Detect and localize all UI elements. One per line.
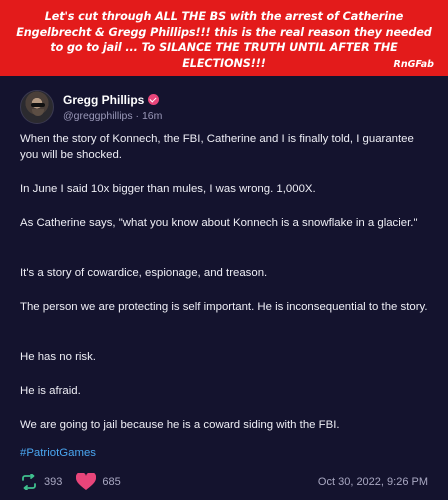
post-paragraph: We are going to jail because he is a cow…: [20, 419, 340, 431]
post-paragraph: It's a story of cowardice, espionage, an…: [20, 267, 268, 279]
hashtag-link[interactable]: #PatriotGames: [20, 447, 96, 459]
post-paragraph: He has no risk.: [20, 351, 96, 363]
post-card: Gregg Phillips @greggphillips · 16m When…: [0, 76, 448, 500]
post-footer: 393 685 Oct 30, 2022, 9:26 PM: [20, 472, 428, 492]
banner-credit: RnGFab: [393, 59, 435, 70]
author-block: Gregg Phillips @greggphillips · 16m: [63, 93, 162, 122]
post-header: Gregg Phillips @greggphillips · 16m: [20, 87, 162, 127]
post-paragraph: As Catherine says, "what you know about …: [20, 217, 418, 229]
top-banner: Let's cut through ALL THE BS with the ar…: [0, 0, 448, 76]
post-paragraph: He is afraid.: [20, 385, 81, 397]
like-stat[interactable]: 685: [76, 473, 121, 491]
repost-icon: [22, 474, 36, 490]
post-paragraph: When the story of Konnech, the FBI, Cath…: [20, 133, 414, 161]
author-handle-time: @greggphillips · 16m: [63, 109, 163, 122]
repost-stat[interactable]: 393: [20, 474, 62, 490]
post-paragraph: In June I said 10x bigger than mules, I …: [20, 183, 316, 195]
verified-badge-icon: [148, 94, 160, 105]
banner-text: Let's cut through ALL THE BS with the ar…: [16, 10, 432, 70]
like-count: 685: [102, 476, 121, 488]
post-timestamp: Oct 30, 2022, 9:26 PM: [317, 476, 428, 488]
post-paragraph: The person we are protecting is self imp…: [20, 301, 428, 313]
heart-icon: [76, 473, 97, 490]
repost-count: 393: [44, 476, 63, 488]
avatar[interactable]: [20, 90, 54, 124]
author-name[interactable]: Gregg Phillips: [63, 93, 144, 107]
